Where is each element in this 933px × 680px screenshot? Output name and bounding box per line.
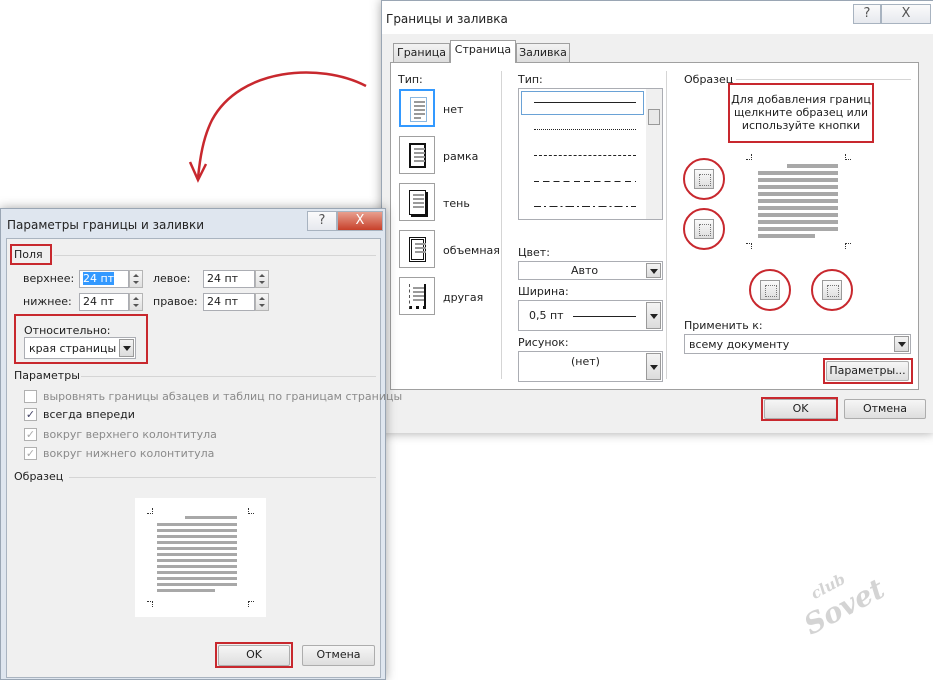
art-label: Рисунок: xyxy=(518,336,569,349)
bottom-label: нижнее: xyxy=(23,295,72,308)
style-label: Тип: xyxy=(518,73,543,86)
surround-header-label: вокруг верхнего колонтитула xyxy=(43,428,217,441)
sample-preview xyxy=(135,498,266,617)
style-dash-dot[interactable] xyxy=(534,206,636,207)
width-label: Ширина: xyxy=(518,285,569,298)
options-dialog-title: Параметры границы и заливки xyxy=(7,218,204,232)
setting-type-label: Тип: xyxy=(398,73,423,86)
align-borders-label: выровнять границы абзацев и таблиц по гр… xyxy=(43,390,403,403)
cancel-button[interactable]: Отмена xyxy=(302,645,375,666)
bottom-margin-input[interactable]: 24 пт xyxy=(79,293,129,311)
style-list[interactable] xyxy=(518,88,663,220)
right-margin-spinner[interactable] xyxy=(255,293,269,311)
bottom-margin-spinner[interactable] xyxy=(129,293,143,311)
always-front-label: всегда впереди xyxy=(43,408,135,421)
type-none[interactable] xyxy=(399,89,435,127)
style-solid[interactable] xyxy=(534,102,636,103)
tab-shading[interactable]: Заливка xyxy=(516,43,570,63)
type-shadow[interactable] xyxy=(399,183,435,221)
dialog-title: Границы и заливка xyxy=(386,12,508,26)
right-margin-input[interactable]: 24 пт xyxy=(203,293,255,311)
color-select[interactable]: Авто xyxy=(518,261,663,280)
tab-panel: Тип: нет рамка тень объемная другая Тип:… xyxy=(390,62,919,390)
sample-label: Образец xyxy=(14,470,64,483)
preview-page[interactable] xyxy=(746,154,851,249)
art-select[interactable]: (нет) xyxy=(518,351,663,382)
style-dashed[interactable] xyxy=(534,181,636,182)
type-custom-label: другая xyxy=(443,291,484,304)
cancel-button[interactable]: Отмена xyxy=(844,399,926,419)
top-margin-input[interactable]: 24 пт xyxy=(79,270,129,288)
type-shadow-label: тень xyxy=(443,197,470,210)
type-custom[interactable] xyxy=(399,277,435,315)
surround-header-checkbox[interactable]: ✓ xyxy=(24,428,37,441)
type-none-label: нет xyxy=(443,103,464,116)
tab-border[interactable]: Граница xyxy=(393,43,450,63)
always-front-checkbox[interactable]: ✓ xyxy=(24,408,37,421)
preview-label: Образец xyxy=(684,73,734,86)
left-label: левое: xyxy=(153,272,191,285)
help-button[interactable]: ? xyxy=(307,211,337,231)
options-label: Параметры xyxy=(14,369,80,382)
style-dotted[interactable] xyxy=(534,129,636,130)
surround-footer-checkbox[interactable]: ✓ xyxy=(24,447,37,460)
type-box[interactable] xyxy=(399,136,435,174)
right-label: правое: xyxy=(153,295,198,308)
apply-to-select[interactable]: всему документу xyxy=(684,334,911,354)
type-3d-label: объемная xyxy=(443,244,500,257)
borders-shading-dialog: Границы и заливка ? X Граница Страница З… xyxy=(381,0,933,433)
surround-footer-label: вокруг нижнего колонтитула xyxy=(43,447,215,460)
help-button[interactable]: ? xyxy=(853,4,881,24)
apply-to-label: Применить к: xyxy=(684,319,763,332)
type-3d[interactable] xyxy=(399,230,435,268)
style-scrollbar[interactable] xyxy=(646,89,662,219)
type-box-label: рамка xyxy=(443,150,479,163)
left-margin-spinner[interactable] xyxy=(255,270,269,288)
tab-page[interactable]: Страница xyxy=(450,40,516,63)
top-label: верхнее: xyxy=(23,272,75,285)
align-borders-checkbox[interactable] xyxy=(24,390,37,403)
style-dashed-small[interactable] xyxy=(534,155,636,156)
color-label: Цвет: xyxy=(518,246,550,259)
left-margin-input[interactable]: 24 пт xyxy=(203,270,255,288)
border-options-dialog: Параметры границы и заливки ? X Поля вер… xyxy=(0,208,402,680)
close-button[interactable]: X xyxy=(337,211,383,231)
close-button[interactable]: X xyxy=(881,4,931,24)
top-margin-spinner[interactable] xyxy=(129,270,143,288)
width-select[interactable]: 0,5 пт xyxy=(518,300,663,331)
